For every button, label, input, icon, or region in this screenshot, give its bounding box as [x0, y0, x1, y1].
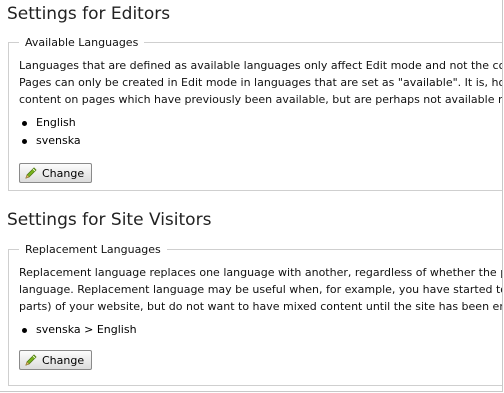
replacement-languages-list: svenska > English	[20, 321, 137, 339]
description-line: Replacement language replaces one langua…	[19, 266, 503, 279]
description-line: content on pages which have previously b…	[19, 93, 503, 106]
description-line: parts) of your website, but do not want …	[19, 300, 503, 313]
available-languages-description: Languages that are defined as available …	[19, 57, 503, 108]
section-title-visitors: Settings for Site Visitors	[7, 210, 212, 230]
change-button-label: Change	[42, 353, 85, 367]
description-line: language. Replacement language may be us…	[19, 283, 503, 296]
available-languages-list: English svenska	[20, 114, 81, 150]
replacement-languages-panel: Replacement Languages Replacement langua…	[8, 242, 503, 386]
page-frame: Settings for Editors Available Languages…	[0, 0, 503, 392]
list-item-language: English	[20, 114, 81, 132]
pencil-icon	[25, 167, 37, 179]
list-item-language: svenska	[20, 132, 81, 150]
change-replacement-languages-button[interactable]: Change	[19, 350, 93, 370]
replacement-languages-description: Replacement language replaces one langua…	[19, 264, 503, 315]
description-line: Pages can only be created in Edit mode i…	[19, 76, 503, 89]
list-item-replacement: svenska > English	[20, 321, 137, 339]
description-line: Languages that are defined as available …	[19, 59, 503, 72]
replacement-languages-legend: Replacement Languages	[19, 242, 167, 258]
available-languages-panel: Available Languages Languages that are d…	[8, 35, 503, 191]
change-available-languages-button[interactable]: Change	[19, 163, 93, 183]
section-title-editors: Settings for Editors	[7, 4, 171, 24]
pencil-icon	[25, 354, 37, 366]
change-button-label: Change	[42, 166, 85, 180]
available-languages-legend: Available Languages	[19, 35, 145, 51]
